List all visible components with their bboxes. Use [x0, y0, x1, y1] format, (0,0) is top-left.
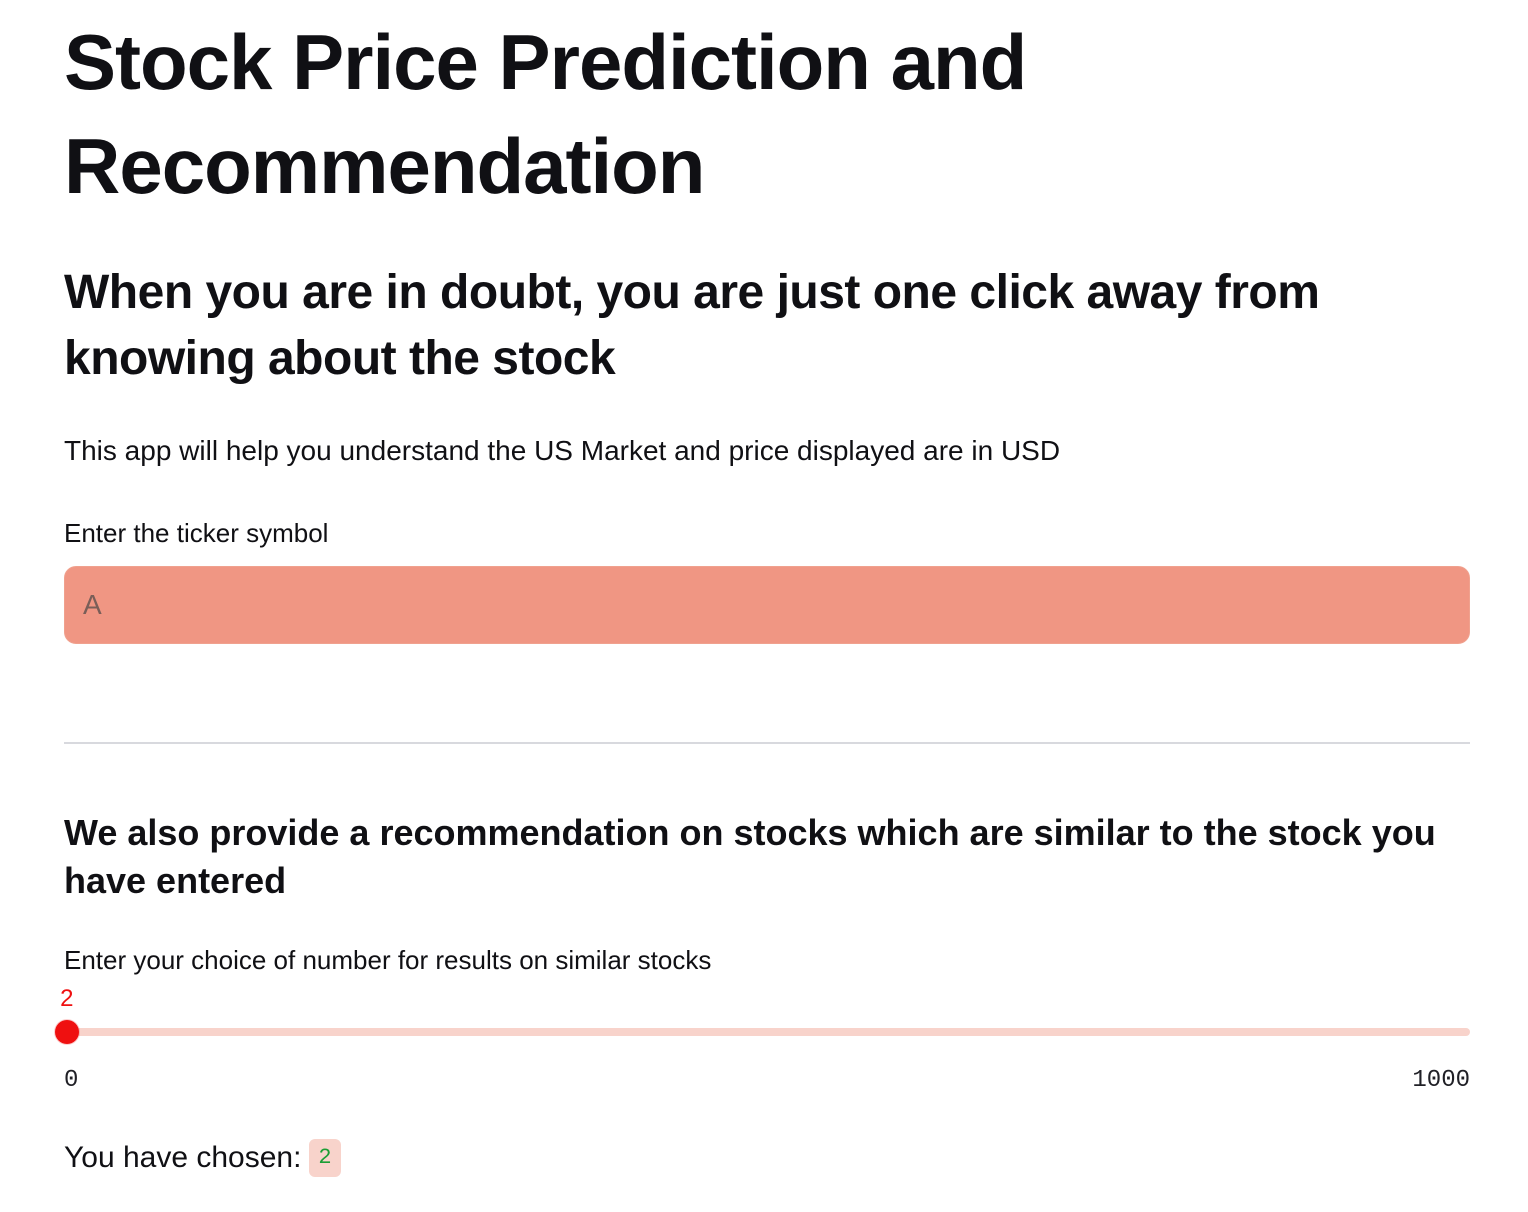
slider-current-value: 2: [60, 985, 74, 1012]
similar-stock-count-label: Enter your choice of number for results …: [64, 945, 712, 975]
chosen-count-label: You have chosen:: [64, 1141, 302, 1174]
recommendation-heading: We also provide a recommendation on stoc…: [64, 812, 1436, 901]
ticker-symbol-input[interactable]: [64, 566, 1470, 644]
slider-track[interactable]: [64, 1028, 1470, 1036]
page-subtitle: When you are in doubt, you are just one …: [64, 266, 1320, 385]
app-description: This app will help you understand the US…: [64, 435, 1061, 466]
similar-stock-count-slider[interactable]: 2 0 1000: [54, 985, 1470, 1094]
slider-min-value: 0: [64, 1067, 79, 1094]
page-title: Stock Price Prediction and Recommendatio…: [64, 18, 1027, 210]
stock-app-page: Stock Price Prediction and Recommendatio…: [0, 0, 1528, 1212]
chosen-count-row: You have chosen: 2: [64, 1138, 341, 1178]
chosen-count-badge: 2: [309, 1139, 341, 1177]
slider-max-value: 1000: [1412, 1067, 1470, 1094]
section-divider: [64, 742, 1470, 744]
slider-thumb[interactable]: [54, 1020, 79, 1044]
ticker-input-label: Enter the ticker symbol: [64, 518, 329, 548]
